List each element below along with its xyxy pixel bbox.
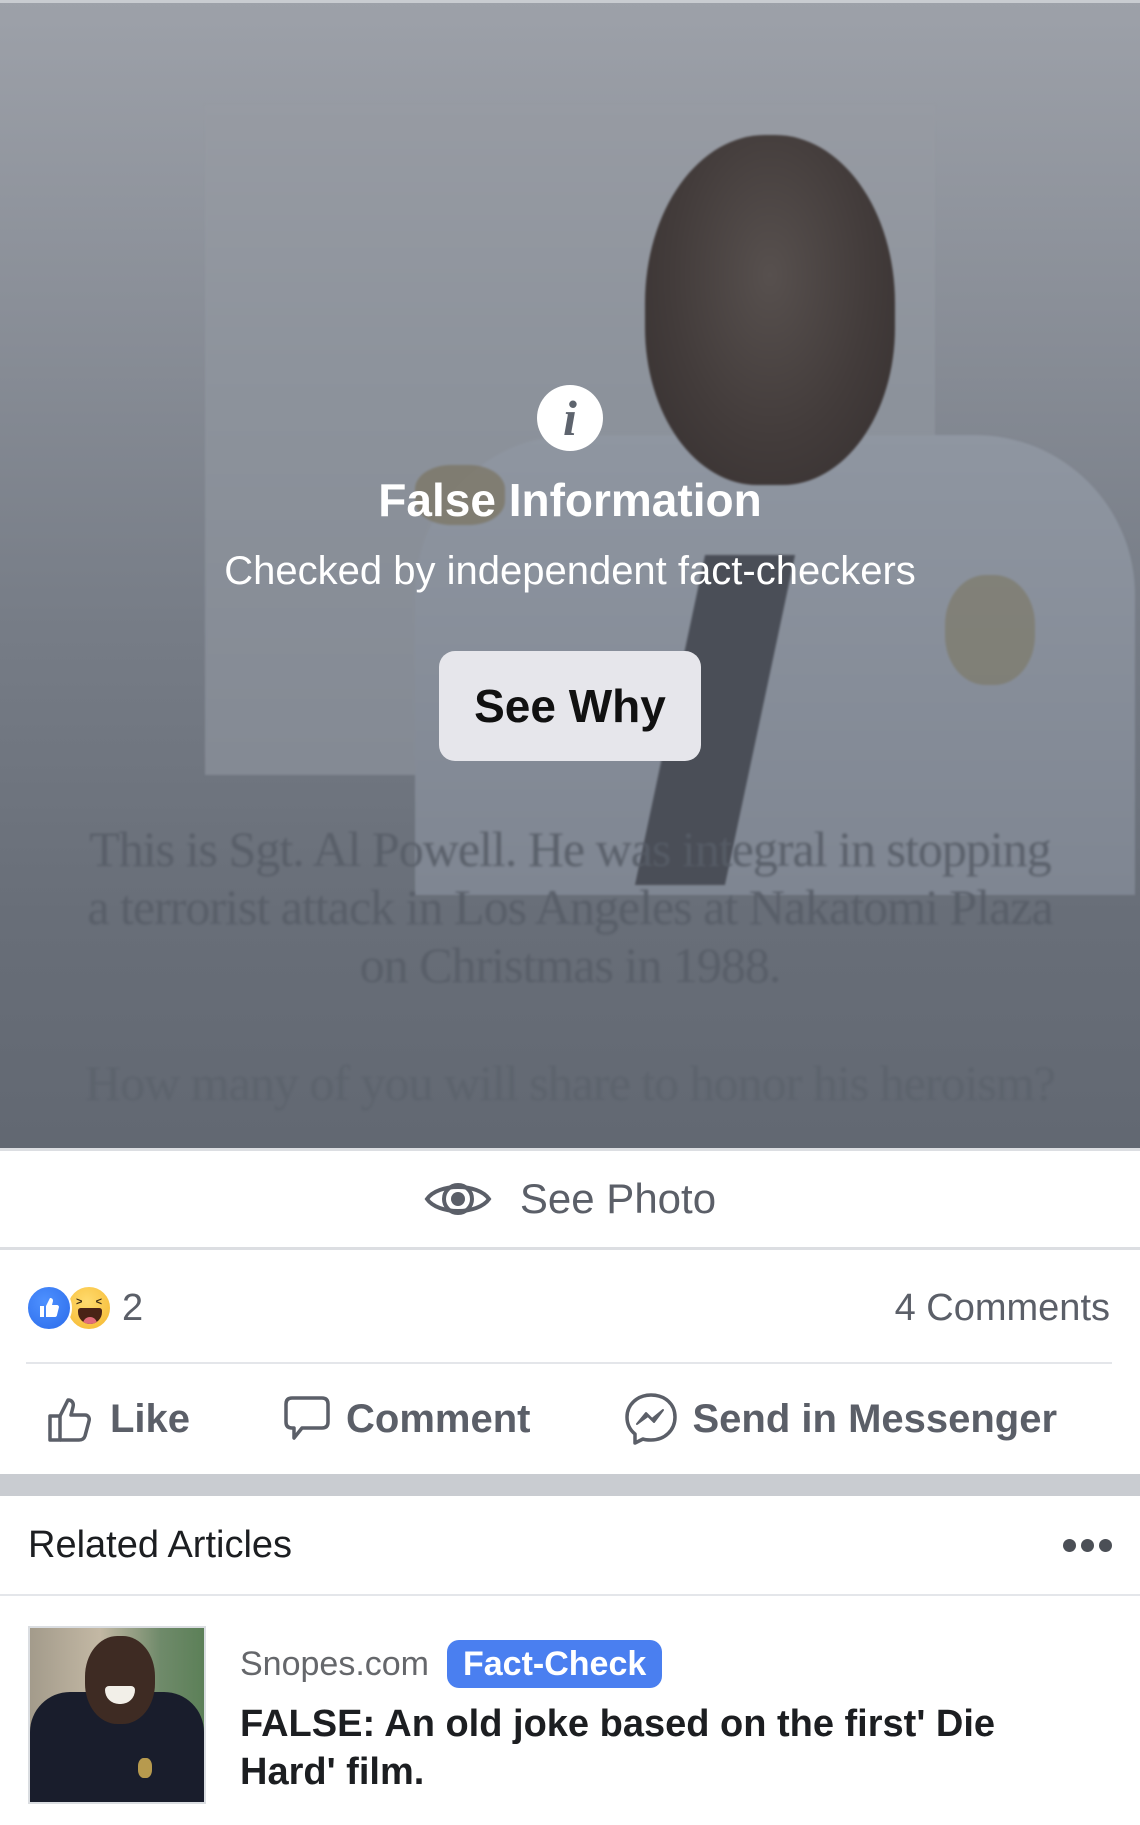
see-why-button[interactable]: See Why bbox=[439, 651, 701, 761]
see-photo-button[interactable]: See Photo bbox=[0, 1148, 1140, 1250]
related-articles-header: Related Articles bbox=[0, 1496, 1140, 1596]
article-meta: Snopes.com Fact-Check bbox=[240, 1640, 1020, 1688]
warning-subtitle: Checked by independent fact-checkers bbox=[224, 549, 916, 593]
more-horizontal-icon[interactable] bbox=[1063, 1529, 1112, 1562]
article-text: Snopes.com Fact-Check FALSE: An old joke… bbox=[240, 1626, 1020, 1825]
article-headline[interactable]: FALSE: An old joke based on the first' D… bbox=[240, 1700, 1020, 1796]
send-in-messenger-button[interactable]: Send in Messenger bbox=[623, 1391, 1058, 1447]
like-label: Like bbox=[110, 1396, 191, 1441]
messenger-label: Send in Messenger bbox=[692, 1396, 1058, 1441]
reaction-icons[interactable]: > < bbox=[26, 1285, 112, 1331]
comment-bubble-icon bbox=[284, 1396, 330, 1440]
haha-reaction-icon: > < bbox=[66, 1285, 112, 1331]
hidden-post-caption: This is Sgt. Al Powell. He was integral … bbox=[0, 820, 1140, 1112]
caption-line: a terrorist attack in Los Angeles at Nak… bbox=[87, 879, 1053, 935]
fact-check-badge: Fact-Check bbox=[447, 1640, 663, 1688]
thumbs-up-icon bbox=[48, 1398, 91, 1442]
reaction-count[interactable]: 2 bbox=[122, 1287, 143, 1330]
like-reaction-icon bbox=[26, 1285, 72, 1331]
article-source: Snopes.com bbox=[240, 1644, 429, 1683]
covered-photo: This is Sgt. Al Powell. He was integral … bbox=[0, 0, 1140, 1148]
post-actions: Like Comment Send in Messenger bbox=[0, 1364, 1140, 1474]
like-button[interactable]: Like bbox=[46, 1394, 190, 1444]
section-separator bbox=[0, 1474, 1140, 1496]
reactions-bar: > < 2 4 Comments bbox=[0, 1253, 1140, 1363]
false-info-warning: i False Information Checked by independe… bbox=[0, 385, 1140, 761]
caption-question: How many of you will share to honor his … bbox=[85, 1055, 1056, 1111]
related-article-item[interactable]: Snopes.com Fact-Check FALSE: An old joke… bbox=[0, 1598, 1140, 1825]
eye-icon bbox=[424, 1183, 492, 1215]
related-articles-title: Related Articles bbox=[28, 1523, 293, 1566]
article-thumbnail bbox=[28, 1626, 206, 1804]
see-photo-label: See Photo bbox=[519, 1175, 717, 1222]
caption-line: This is Sgt. Al Powell. He was integral … bbox=[89, 821, 1051, 877]
comment-button[interactable]: Comment bbox=[282, 1394, 531, 1444]
comments-count-link[interactable]: 4 Comments bbox=[895, 1287, 1110, 1330]
info-icon: i bbox=[537, 385, 603, 451]
caption-line: on Christmas in 1988. bbox=[359, 937, 782, 993]
top-divider bbox=[0, 0, 1140, 3]
messenger-icon bbox=[624, 1393, 677, 1445]
warning-title: False Information bbox=[378, 474, 762, 526]
comment-label: Comment bbox=[346, 1396, 531, 1441]
